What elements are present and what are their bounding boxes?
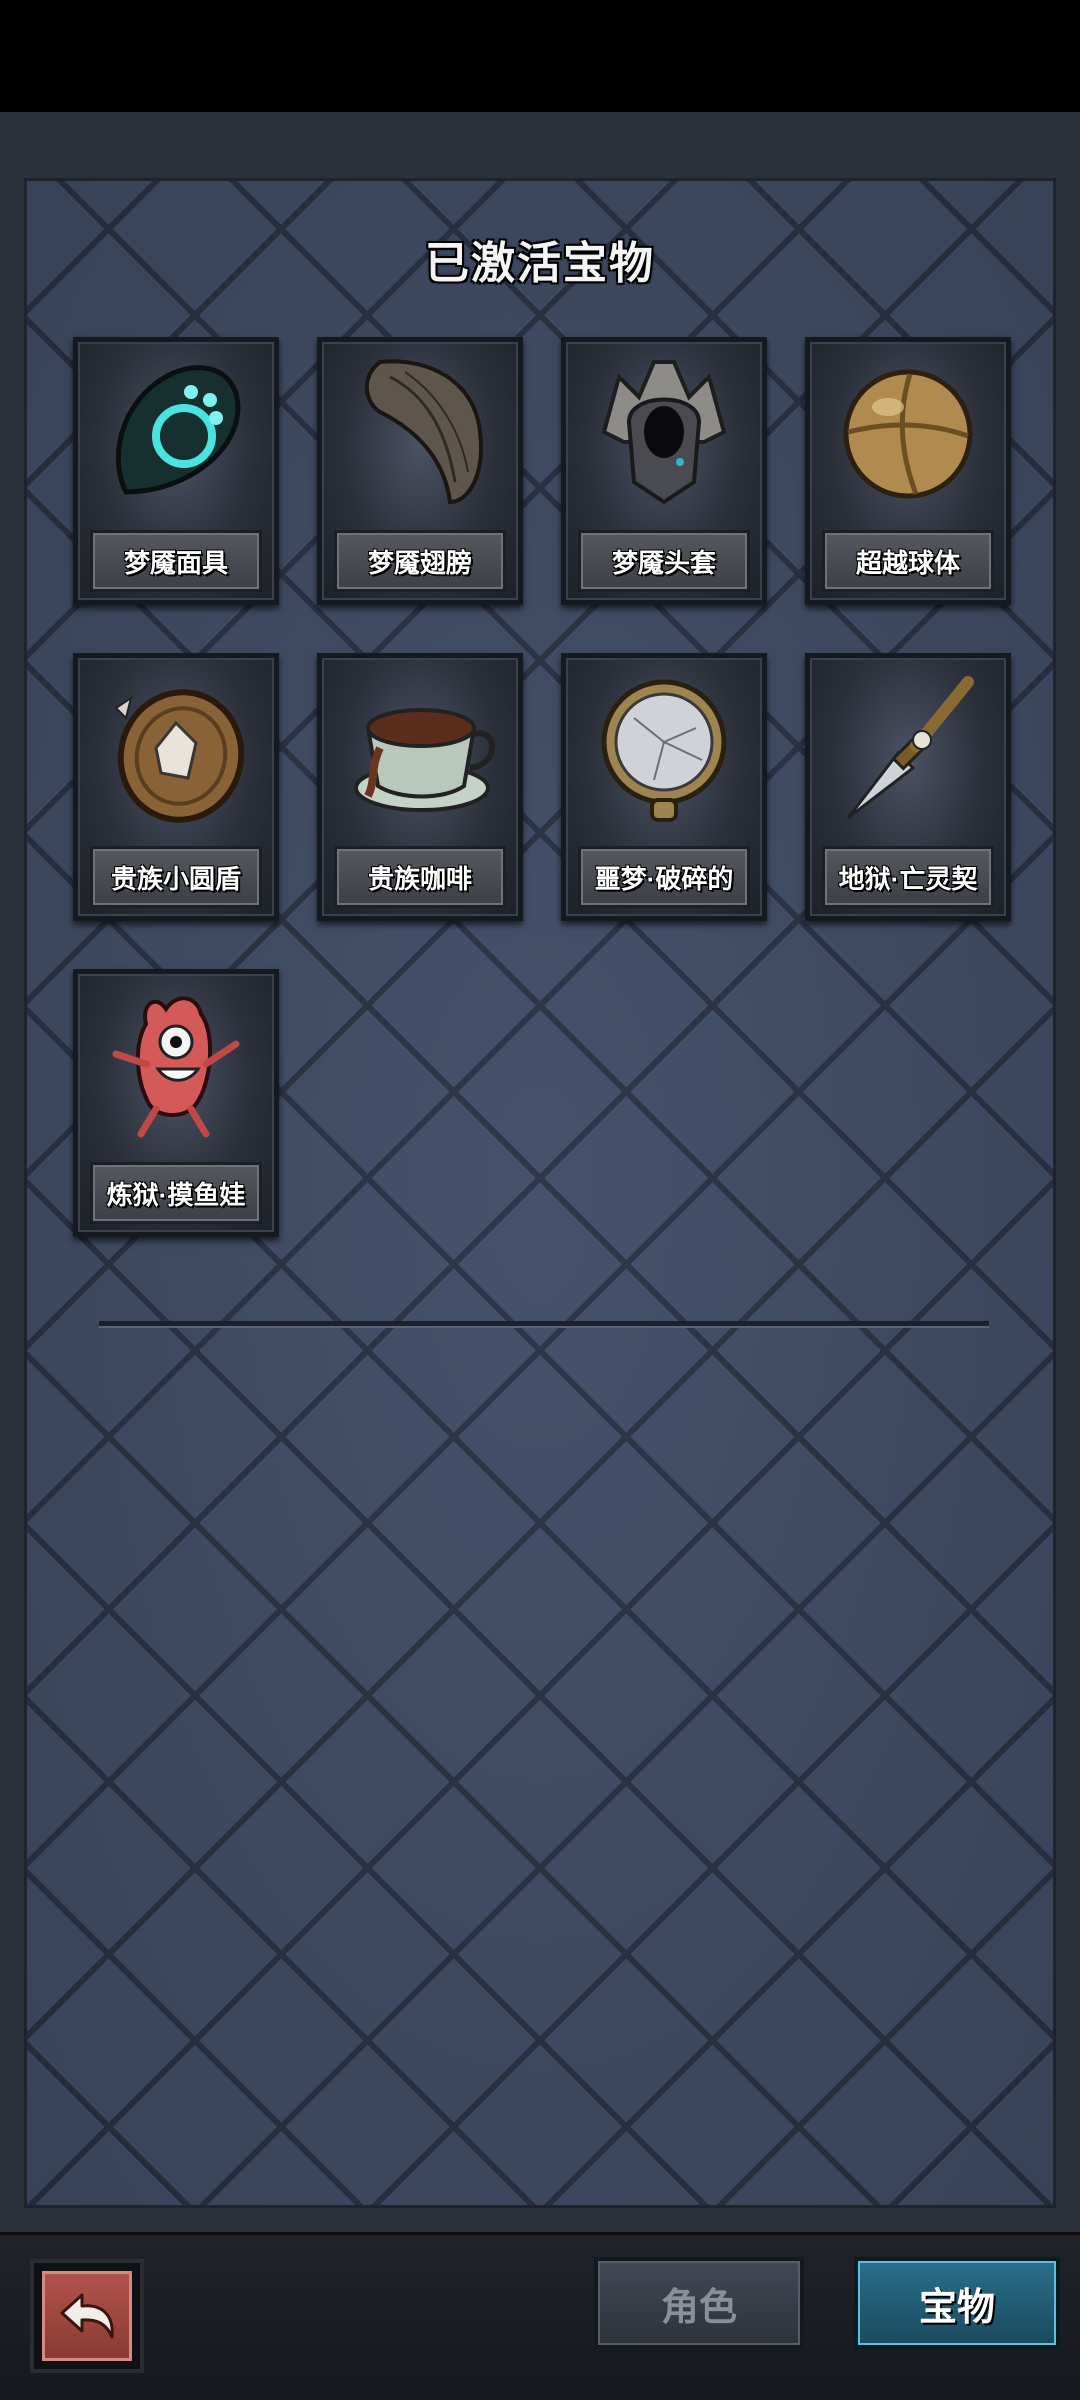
treasure-name: 超越球体	[822, 530, 994, 592]
treasure-card-transcendent-sphere[interactable]: 超越球体	[805, 337, 1011, 605]
game-screen: 已激活宝物 梦魇面具 梦魇翅膀 梦魇头套 超越球体 贵族小圆盾 贵族咖啡 噩梦·…	[0, 0, 1080, 2400]
nightmare-mask-icon	[115, 365, 241, 495]
treasure-name: 梦魇翅膀	[334, 530, 506, 592]
treasure-name: 地狱·亡灵契	[822, 846, 994, 908]
divider	[99, 1321, 989, 1328]
nightmare-wing-icon	[364, 359, 483, 505]
treasure-card-pink-creature[interactable]: 炼狱·摸鱼娃	[73, 969, 279, 1237]
pink-creature-doll-icon	[112, 996, 240, 1138]
status-bar	[0, 0, 1080, 112]
broken-pocket-watch-icon	[601, 679, 727, 822]
tab-role[interactable]: 角色	[594, 2257, 804, 2349]
treasure-name: 噩梦·破碎的	[578, 846, 750, 908]
transcendent-sphere-icon	[843, 369, 973, 499]
panel-title: 已激活宝物	[425, 239, 655, 288]
treasure-card-noble-coffee[interactable]: 贵族咖啡	[317, 653, 523, 921]
treasure-card-nightmare-helmet[interactable]: 梦魇头套	[561, 337, 767, 605]
tab-treasure[interactable]: 宝物	[854, 2257, 1060, 2349]
treasure-window: 已激活宝物 梦魇面具 梦魇翅膀 梦魇头套 超越球体 贵族小圆盾 贵族咖啡 噩梦·…	[0, 112, 1080, 2232]
treasure-name: 贵族小圆盾	[90, 846, 262, 908]
treasure-card-noble-buckler[interactable]: 贵族小圆盾	[73, 653, 279, 921]
noble-buckler-icon	[114, 689, 245, 823]
return-arrow-icon	[60, 2293, 114, 2339]
treasure-card-nightmare-wing[interactable]: 梦魇翅膀	[317, 337, 523, 605]
treasure-name: 贵族咖啡	[334, 846, 506, 908]
treasure-card-nightmare-mask[interactable]: 梦魇面具	[73, 337, 279, 605]
noble-coffee-icon	[354, 708, 496, 812]
treasure-name: 炼狱·摸鱼娃	[90, 1162, 262, 1224]
activated-treasures-panel: 已激活宝物 梦魇面具 梦魇翅膀 梦魇头套 超越球体 贵族小圆盾 贵族咖啡 噩梦·…	[24, 178, 1056, 2208]
back-button[interactable]	[30, 2259, 144, 2373]
undead-dagger-icon	[846, 676, 974, 820]
treasure-card-broken-watch[interactable]: 噩梦·破碎的	[561, 653, 767, 921]
treasure-card-undead-dagger[interactable]: 地狱·亡灵契	[805, 653, 1011, 921]
treasure-name: 梦魇头套	[578, 530, 750, 592]
bottom-bar: 角色 宝物	[0, 2232, 1080, 2400]
treasure-name: 梦魇面具	[90, 530, 262, 592]
nightmare-helmet-icon	[601, 360, 727, 505]
